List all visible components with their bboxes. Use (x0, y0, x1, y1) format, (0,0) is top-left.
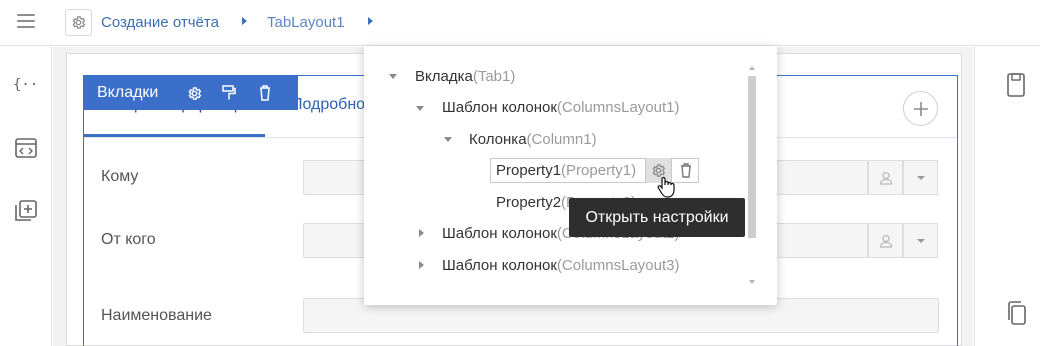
popup-scrollbar[interactable] (748, 76, 756, 238)
svg-text:{···}: {···} (13, 77, 39, 93)
gear-icon[interactable] (65, 9, 92, 36)
tree-node-label: Шаблон колонок (442, 257, 557, 274)
hamburger-icon[interactable] (17, 14, 35, 30)
breadcrumb-item-report[interactable]: Создание отчёта (101, 14, 219, 31)
trash-icon[interactable] (671, 158, 699, 183)
tree-node-id: (Property1) (561, 162, 637, 179)
tree-node-tab1[interactable]: Вкладка(Tab1) (415, 68, 515, 85)
tree-node-label: Шаблон колонок (442, 225, 557, 242)
right-toolbar (974, 46, 1040, 346)
tree-node-column1[interactable]: Колонка(Column1) (469, 131, 597, 148)
caret-down-icon[interactable] (416, 106, 424, 111)
caret-down-icon[interactable] (444, 137, 452, 142)
field-label-to: Кому (101, 168, 139, 185)
caret-down-icon[interactable] (389, 74, 397, 79)
selection-title: Вкладки (97, 84, 159, 101)
tree-node-label: Шаблон колонок (442, 99, 557, 116)
tree-node-label: Property1 (496, 162, 562, 179)
selection-header: Вкладки (84, 76, 298, 110)
format-paint-icon[interactable] (219, 83, 239, 103)
caret-down-icon[interactable] (903, 223, 938, 258)
field-label-from: От кого (101, 231, 156, 248)
tree-node-id: (Tab1) (472, 68, 516, 85)
tab-details[interactable]: Подробно (291, 96, 365, 114)
add-tab-button[interactable] (903, 91, 938, 126)
tree-node-id: (Column1) (526, 131, 597, 148)
scroll-up-icon[interactable] (749, 66, 755, 70)
chevron-right-icon[interactable] (368, 17, 373, 25)
user-icon[interactable] (868, 160, 903, 195)
breadcrumb-item-tablayout[interactable]: TabLayout1 (267, 14, 345, 31)
field-label-name: Наименование (101, 307, 212, 324)
tooltip: Открыть настройки (569, 198, 745, 237)
tree-node-label: Вкладка (415, 68, 473, 85)
hand-cursor-icon (657, 176, 675, 203)
top-bar: Создание отчёта TabLayout1 (0, 0, 1040, 46)
code-window-icon[interactable] (13, 135, 39, 161)
tree-node-id: (ColumnsLayout1) (556, 99, 680, 116)
user-icon[interactable] (868, 223, 903, 258)
caret-right-icon[interactable] (419, 229, 424, 237)
scroll-down-icon[interactable] (749, 280, 755, 284)
trash-icon[interactable] (255, 83, 275, 103)
left-toolbar: {···} (0, 46, 52, 346)
tree-node-label: Property2 (496, 194, 562, 211)
code-braces-icon[interactable]: {···} (12, 72, 40, 96)
caret-right-icon[interactable] (419, 261, 424, 269)
tree-node-id: (ColumnsLayout3) (556, 257, 680, 274)
chevron-right-icon (242, 17, 247, 25)
add-box-icon[interactable] (13, 198, 39, 224)
page-icon[interactable] (1003, 72, 1029, 98)
gear-icon[interactable] (184, 83, 204, 103)
tree-node-columnslayout3[interactable]: Шаблон колонок(ColumnsLayout3) (442, 257, 679, 274)
caret-down-icon[interactable] (903, 160, 938, 195)
tree-node-label: Колонка (469, 131, 527, 148)
tooltip-text: Открыть настройки (585, 208, 729, 226)
tree-node-columnslayout1[interactable]: Шаблон колонок(ColumnsLayout1) (442, 99, 679, 116)
tree-node-property1[interactable]: Property1(Property1) (496, 162, 636, 179)
copy-icon[interactable] (1003, 300, 1029, 326)
